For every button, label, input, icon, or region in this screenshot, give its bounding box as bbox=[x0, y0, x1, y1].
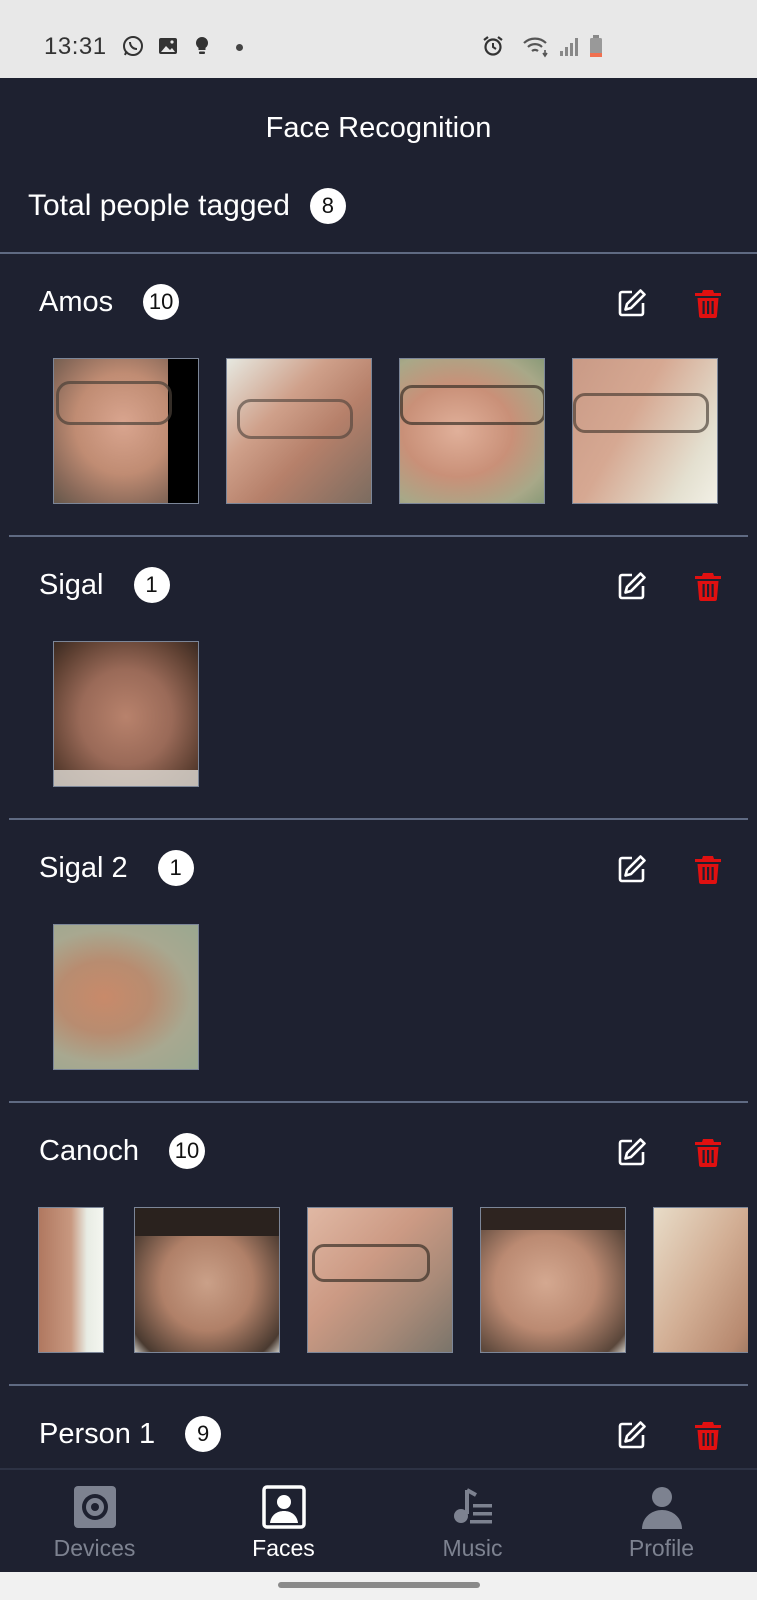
face-thumbnail[interactable] bbox=[38, 1207, 104, 1353]
total-people-label: Total people tagged bbox=[28, 189, 290, 222]
person-count-badge: 1 bbox=[133, 567, 170, 603]
nav-label: Profile bbox=[628, 1535, 695, 1561]
face-thumbnail[interactable] bbox=[226, 358, 372, 504]
nav-label: Music bbox=[442, 1535, 503, 1561]
total-people-row: Total people tagged 8 bbox=[28, 186, 346, 226]
face-thumbnail[interactable] bbox=[572, 358, 718, 504]
face-thumbnails bbox=[9, 358, 748, 506]
total-people-badge: 8 bbox=[309, 188, 346, 224]
person-card-amos: Amos 10 bbox=[9, 254, 748, 537]
face-thumbnail[interactable] bbox=[307, 1207, 453, 1353]
battery-icon bbox=[588, 34, 604, 58]
speaker-icon bbox=[72, 1484, 118, 1530]
trash-icon[interactable] bbox=[693, 570, 723, 602]
face-thumbnail[interactable] bbox=[53, 924, 199, 1070]
face-thumbnail[interactable] bbox=[480, 1207, 626, 1353]
nav-faces[interactable]: Faces bbox=[189, 1470, 378, 1574]
face-thumbnail[interactable] bbox=[399, 358, 545, 504]
face-thumbnails bbox=[9, 1207, 748, 1355]
person-name: Canoch bbox=[39, 1134, 139, 1167]
face-thumbnail[interactable] bbox=[53, 641, 199, 787]
edit-icon[interactable] bbox=[616, 1136, 648, 1168]
trash-icon[interactable] bbox=[693, 287, 723, 319]
portrait-icon bbox=[261, 1484, 307, 1530]
edit-icon[interactable] bbox=[616, 570, 648, 602]
nav-label: Devices bbox=[53, 1535, 136, 1561]
person-name: Sigal bbox=[39, 568, 104, 601]
nav-music[interactable]: Music bbox=[378, 1470, 567, 1574]
person-card-person-1: Person 1 9 bbox=[9, 1386, 748, 1468]
status-time: 13:31 bbox=[44, 33, 107, 60]
trash-icon[interactable] bbox=[693, 1136, 723, 1168]
notification-dot bbox=[236, 44, 243, 51]
trash-icon[interactable] bbox=[693, 853, 723, 885]
person-card-canoch: Canoch 10 bbox=[9, 1103, 748, 1386]
face-thumbnail[interactable] bbox=[653, 1207, 748, 1353]
people-list[interactable]: Amos 10 Sigal 1 Sigal 2 1 Canoch 10 Pers… bbox=[0, 254, 757, 1468]
music-list-icon bbox=[450, 1484, 496, 1530]
system-gesture-area bbox=[0, 1572, 757, 1600]
wifi-icon bbox=[522, 34, 552, 58]
bulb-icon bbox=[190, 34, 214, 58]
whatsapp-icon bbox=[121, 34, 145, 58]
person-icon bbox=[639, 1484, 685, 1530]
edit-icon[interactable] bbox=[616, 287, 648, 319]
nav-devices[interactable]: Devices bbox=[0, 1470, 189, 1574]
edit-icon[interactable] bbox=[616, 1419, 648, 1451]
signal-icon bbox=[557, 34, 581, 58]
person-name: Sigal 2 bbox=[39, 851, 128, 884]
gallery-icon bbox=[156, 34, 180, 58]
status-bar: 13:31 bbox=[0, 0, 757, 78]
face-thumbnails bbox=[9, 641, 748, 789]
bottom-navigation: Devices Faces Music Profile bbox=[0, 1468, 757, 1574]
person-count-badge: 10 bbox=[168, 1133, 205, 1169]
person-name: Amos bbox=[39, 285, 114, 318]
alarm-icon bbox=[481, 34, 505, 58]
nav-profile[interactable]: Profile bbox=[567, 1470, 756, 1574]
person-count-badge: 9 bbox=[185, 1416, 222, 1452]
face-thumbnail[interactable] bbox=[134, 1207, 280, 1353]
nav-label: Faces bbox=[252, 1535, 315, 1561]
face-thumbnails bbox=[9, 924, 748, 1072]
person-count-badge: 10 bbox=[143, 284, 180, 320]
person-name: Person 1 bbox=[39, 1417, 156, 1450]
person-count-badge: 1 bbox=[157, 850, 194, 886]
edit-icon[interactable] bbox=[616, 853, 648, 885]
person-card-sigal: Sigal 1 bbox=[9, 537, 748, 820]
page-title: Face Recognition bbox=[265, 112, 492, 144]
gesture-bar[interactable] bbox=[278, 1582, 480, 1588]
face-thumbnail[interactable] bbox=[53, 358, 199, 504]
person-card-sigal-2: Sigal 2 1 bbox=[9, 820, 748, 1103]
trash-icon[interactable] bbox=[693, 1419, 723, 1451]
